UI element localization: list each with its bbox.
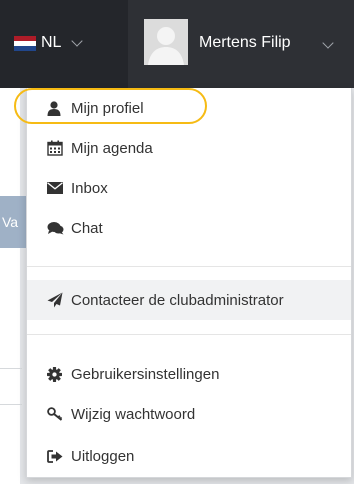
- top-navbar: NL Mertens Filip: [0, 0, 354, 88]
- avatar: [144, 19, 188, 65]
- menu-item-label: Contacteer de clubadministrator: [71, 291, 284, 309]
- paper-plane-icon: [47, 292, 67, 308]
- menu-item-label: Gebruikersinstellingen: [71, 365, 220, 383]
- gear-icon: [47, 366, 67, 382]
- comments-icon: [47, 220, 67, 236]
- menu-item-mijn-profiel[interactable]: Mijn profiel: [27, 88, 351, 128]
- menu-item-label: Chat: [71, 219, 103, 237]
- user-menu-toggle[interactable]: Mertens Filip: [128, 0, 354, 88]
- menu-item-wijzig-wachtwoord[interactable]: Wijzig wachtwoord: [27, 394, 351, 434]
- background-tab[interactable]: Va: [0, 196, 26, 248]
- language-label: NL: [41, 34, 62, 51]
- key-icon: [47, 406, 67, 422]
- menu-item-label: Uitloggen: [71, 447, 135, 465]
- sign-out-icon: [47, 448, 67, 464]
- user-silhouette-icon: [144, 19, 188, 65]
- menu-item-mijn-agenda[interactable]: Mijn agenda: [27, 128, 351, 168]
- background-divider: [0, 404, 22, 405]
- menu-item-inbox[interactable]: Inbox: [27, 168, 351, 208]
- netherlands-flag-icon: [14, 35, 36, 51]
- chevron-down-icon: [322, 37, 334, 49]
- menu-divider: [27, 266, 351, 267]
- user-dropdown-menu: Mijn profiel Mijn agenda Inbox Chat Cont…: [26, 88, 352, 478]
- chevron-down-icon: [71, 34, 84, 47]
- menu-item-uitloggen[interactable]: Uitloggen: [27, 436, 351, 476]
- calendar-icon: [47, 140, 67, 156]
- page-background: [0, 88, 20, 484]
- menu-item-contacteer-clubadministrator[interactable]: Contacteer de clubadministrator: [27, 280, 351, 320]
- menu-item-label: Mijn profiel: [71, 99, 144, 117]
- menu-item-label: Wijzig wachtwoord: [71, 405, 196, 423]
- envelope-icon: [47, 180, 67, 196]
- menu-item-label: Inbox: [71, 179, 108, 197]
- user-name: Mertens Filip: [199, 34, 291, 51]
- background-divider: [0, 368, 22, 369]
- menu-item-chat[interactable]: Chat: [27, 208, 351, 248]
- menu-item-label: Mijn agenda: [71, 139, 153, 157]
- menu-item-gebruikersinstellingen[interactable]: Gebruikersinstellingen: [27, 354, 351, 394]
- user-icon: [47, 100, 67, 116]
- language-selector[interactable]: NL: [14, 31, 84, 55]
- menu-divider: [27, 334, 351, 335]
